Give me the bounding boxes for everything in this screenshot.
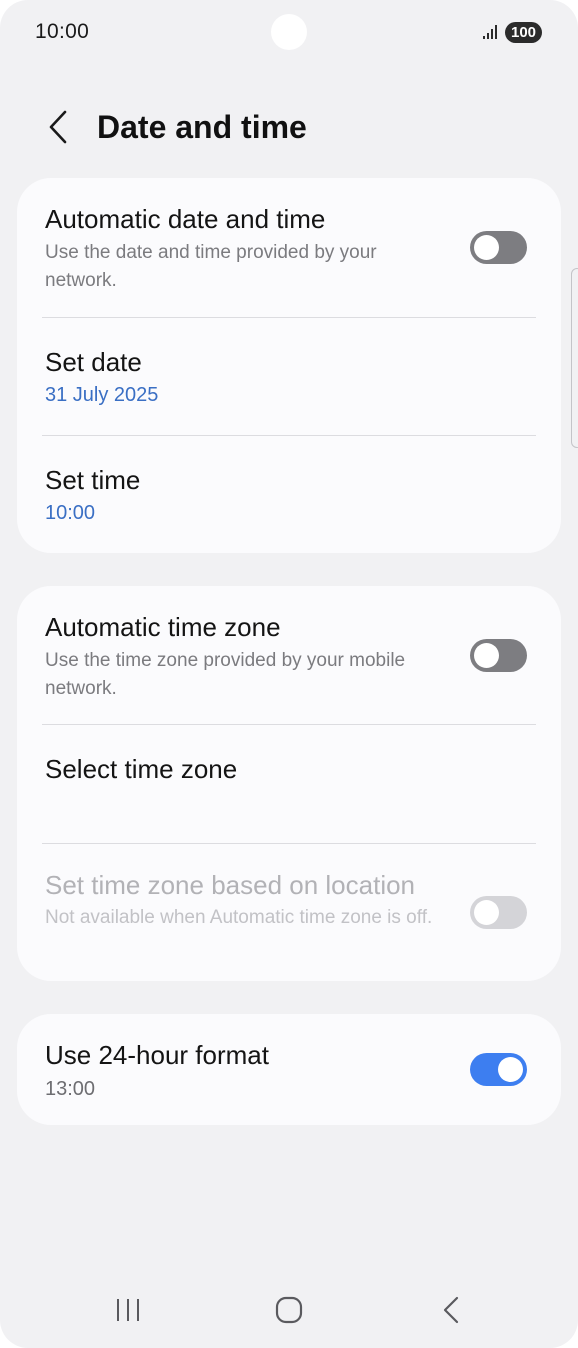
location-time-zone-subtitle: Not available when Automatic time zone i… <box>45 907 433 928</box>
use-24-hour-toggle[interactable] <box>470 1053 527 1086</box>
back-button[interactable] <box>40 106 76 148</box>
nav-back-button[interactable] <box>427 1288 475 1332</box>
use-24-hour-example: 13:00 <box>45 1078 96 1100</box>
set-date-title: Set date <box>45 347 142 377</box>
time-format-card: Use 24-hour format 13:00 <box>17 1014 561 1125</box>
recents-button[interactable] <box>104 1288 152 1332</box>
date-time-card: Automatic date and time Use the date and… <box>17 178 561 553</box>
back-icon <box>443 1296 459 1324</box>
home-icon <box>275 1296 303 1324</box>
time-zone-card: Automatic time zone Use the time zone pr… <box>17 586 561 981</box>
location-time-zone-row: Set time zone based on location Not avai… <box>17 844 561 981</box>
settings-screen: 10:00 100 Date and time Automatic date a… <box>0 0 578 1348</box>
automatic-date-time-title: Automatic date and time <box>45 204 326 234</box>
automatic-date-time-subtitle: Use the date and time provided by your n… <box>45 242 377 291</box>
set-date-value: 31 July 2025 <box>45 384 159 406</box>
toggle-knob <box>498 1057 523 1082</box>
toggle-knob <box>474 235 499 260</box>
set-time-row[interactable]: Set time 10:00 <box>17 436 561 553</box>
recents-icon <box>117 1299 139 1321</box>
scroll-edge-indicator <box>571 268 578 448</box>
front-camera-cutout <box>271 14 307 50</box>
use-24-hour-title: Use 24-hour format <box>45 1040 269 1070</box>
set-time-title: Set time <box>45 465 141 495</box>
select-time-zone-row[interactable]: Select time zone <box>17 725 561 843</box>
chevron-left-icon <box>49 110 67 144</box>
home-button[interactable] <box>265 1288 313 1332</box>
location-time-zone-title: Set time zone based on location <box>45 870 416 900</box>
battery-level-badge: 100 <box>505 22 542 43</box>
automatic-date-time-toggle[interactable] <box>470 231 527 264</box>
toggle-knob <box>474 900 499 925</box>
select-time-zone-title: Select time zone <box>45 754 238 784</box>
page-title: Date and time <box>97 109 307 145</box>
automatic-time-zone-row[interactable]: Automatic time zone Use the time zone pr… <box>17 586 561 725</box>
automatic-date-time-row[interactable]: Automatic date and time Use the date and… <box>17 178 561 318</box>
automatic-time-zone-title: Automatic time zone <box>45 612 281 642</box>
status-bar: 10:00 100 <box>0 0 578 66</box>
use-24-hour-row[interactable]: Use 24-hour format 13:00 <box>17 1014 561 1125</box>
toggle-knob <box>474 643 499 668</box>
location-time-zone-toggle <box>470 896 527 929</box>
automatic-time-zone-toggle[interactable] <box>470 639 527 672</box>
status-time: 10:00 <box>35 20 90 43</box>
automatic-time-zone-subtitle: Use the time zone provided by your mobil… <box>45 650 406 699</box>
set-time-value: 10:00 <box>45 502 96 524</box>
signal-bars-icon <box>483 25 497 39</box>
set-date-row[interactable]: Set date 31 July 2025 <box>17 318 561 436</box>
